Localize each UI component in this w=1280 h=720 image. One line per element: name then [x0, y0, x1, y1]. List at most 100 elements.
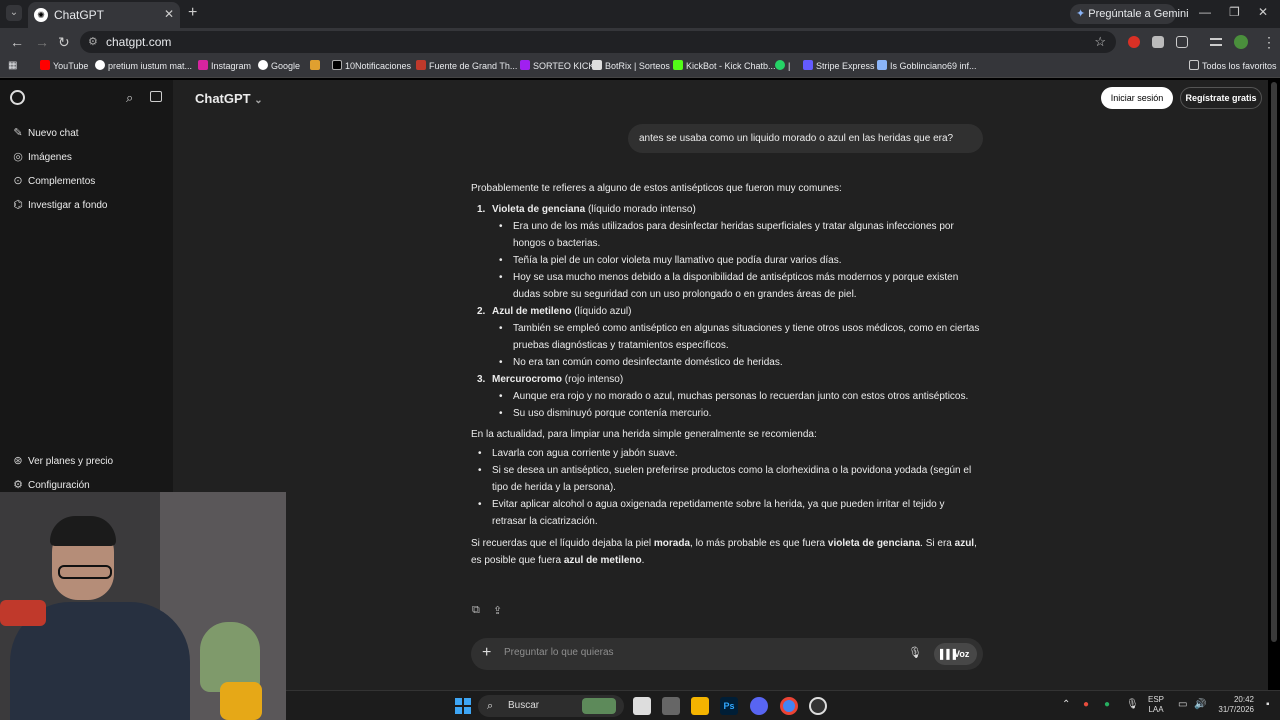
bookmark-kickbot[interactable]: KickBot - Kick Chatb... — [673, 60, 776, 71]
bookmark-star-icon[interactable]: ☆ — [1094, 34, 1106, 50]
site-info-icon[interactable]: ⚙ — [88, 35, 98, 48]
photoshop-icon[interactable]: Ps — [720, 697, 738, 715]
file-explorer-icon[interactable] — [691, 697, 709, 715]
taskbar-clock[interactable]: 20:42 31/7/2026 — [1208, 695, 1254, 715]
goblin-icon — [877, 60, 887, 70]
sidebar-item-complements[interactable]: ⊙ Complementos — [12, 174, 95, 187]
sidebar-item-new-chat[interactable]: ✎ Nuevo chat — [12, 126, 78, 139]
share-icon[interactable]: ⇪ — [493, 604, 502, 617]
microphone-icon[interactable]: 🎙 — [908, 646, 922, 659]
bookmark-grand-theft[interactable]: Fuente de Grand Th... — [416, 60, 517, 71]
all-bookmarks-folder[interactable]: Todos los favoritos — [1189, 60, 1277, 71]
closing-paragraph: Si recuerdas que el líquido dejaba la pi… — [471, 538, 977, 566]
option-name: Violeta de genciana — [492, 204, 586, 215]
bookmark-instagram[interactable]: Instagram — [198, 60, 251, 71]
sidebar-item-deep-research[interactable]: ⌬ Investigar a fondo — [12, 198, 107, 211]
window-close-icon[interactable]: ✕ — [1258, 5, 1268, 19]
bookmark-goblinciano[interactable]: Is Goblinciano69 inf... — [877, 60, 977, 71]
reload-icon[interactable]: ↻ — [58, 34, 70, 51]
language-indicator[interactable]: ESP LAA — [1148, 695, 1164, 715]
restore-icon[interactable]: ❐ — [1229, 5, 1240, 19]
bullet-item: Lavarla con agua corriente y jabón suave… — [478, 445, 981, 462]
minimize-icon[interactable]: — — [1199, 5, 1211, 19]
app-icon[interactable] — [662, 697, 680, 715]
profile-avatar-icon[interactable] — [1234, 35, 1248, 49]
chrome-icon[interactable] — [780, 697, 798, 715]
kickbot-icon — [673, 60, 683, 70]
tray-chevron-icon[interactable]: ⌃ — [1062, 699, 1070, 710]
option-number: 1. — [477, 204, 486, 215]
taskbar-search[interactable]: ⌕ Buscar — [478, 695, 624, 717]
youtube-icon — [40, 60, 50, 70]
option-item: 3. Mercurocromo (rojo intenso) — [471, 371, 981, 388]
tray-mic-icon[interactable]: 🎙 — [1126, 699, 1139, 710]
sidebar-item-settings[interactable]: ⚙ Configuración — [12, 478, 90, 491]
scrollbar[interactable] — [1271, 82, 1277, 642]
images-icon: ◎ — [13, 151, 23, 163]
prompt-input[interactable]: Preguntar lo que quieras — [504, 647, 614, 658]
network-icon[interactable]: ▭ — [1178, 699, 1187, 710]
bookmark-botrix[interactable]: BotRix | Sorteos — [592, 60, 670, 71]
whatsapp-icon — [775, 60, 785, 70]
botrix-icon — [592, 60, 602, 70]
option-number: 3. — [477, 374, 486, 385]
bookmark-whatsapp[interactable]: | — [775, 60, 790, 71]
attach-plus-icon[interactable]: + — [482, 644, 491, 662]
voice-button[interactable]: ▌▌▌ Voz — [934, 643, 977, 665]
register-button[interactable]: Regístrate gratis — [1180, 87, 1262, 109]
answer-intro: Probablemente te refieres a alguno de es… — [471, 183, 842, 194]
app-circle-icon[interactable] — [809, 697, 827, 715]
volume-icon[interactable]: 🔊 — [1194, 699, 1206, 710]
gemini-label: Pregúntale a Gemini — [1088, 8, 1189, 20]
tab-search-dropdown[interactable]: ⌄ — [6, 5, 22, 21]
omnibox[interactable]: ⚙ chatgpt.com ☆ — [80, 31, 1116, 53]
sorteo-icon — [520, 60, 530, 70]
reading-list-icon[interactable] — [1210, 38, 1222, 46]
user-message: antes se usaba como un liquido morado o … — [628, 124, 983, 153]
login-button[interactable]: Iniciar sesión — [1101, 87, 1173, 109]
bullet-item: Aunque era rojo y no morado o azul, much… — [499, 388, 981, 405]
notifications-icon[interactable]: ▪ — [1266, 699, 1270, 710]
bookmark-pinwheel[interactable] — [310, 60, 323, 71]
bookmark-youtube[interactable]: YouTube — [40, 60, 88, 71]
tab-close-icon[interactable]: ✕ — [164, 7, 174, 21]
browser-menu-icon[interactable]: ⋮ — [1262, 34, 1276, 51]
bookmark-stripe[interactable]: Stripe Express — [803, 60, 875, 71]
gemini-button[interactable]: ✦ Pregúntale a Gemini — [1070, 4, 1189, 24]
sidebar-item-images[interactable]: ◎ Imágenes — [12, 150, 72, 163]
openai-logo-icon[interactable] — [10, 90, 25, 105]
browser-tab[interactable]: ✺ ChatGPT ✕ — [28, 2, 180, 28]
tray-app-icon[interactable]: ● — [1083, 699, 1089, 710]
search-icon[interactable]: ⌕ — [126, 90, 133, 106]
model-selector[interactable]: ChatGPT ⌄ — [195, 91, 263, 106]
option-bullets: Era uno de los más utilizados para desin… — [471, 218, 981, 303]
option-item: 1. Violeta de genciana (líquido morado i… — [471, 201, 981, 218]
extension-red-icon[interactable] — [1128, 36, 1140, 48]
instagram-icon — [198, 60, 208, 70]
bookmark-google[interactable]: Google — [258, 60, 300, 71]
copy-icon[interactable]: ⧉ — [472, 604, 480, 617]
webcam-overlay — [0, 492, 286, 720]
toggle-sidebar-icon[interactable] — [150, 91, 162, 102]
today-intro: En la actualidad, para limpiar una herid… — [471, 429, 817, 440]
extension-card-icon[interactable] — [1152, 36, 1164, 48]
bookmark-notificaciones[interactable]: 10Notificaciones — [332, 60, 411, 71]
webcam-glasses — [58, 565, 112, 579]
folder-icon — [1189, 60, 1199, 70]
extensions-puzzle-icon[interactable] — [1176, 36, 1188, 48]
plans-icon: ⊛ — [13, 455, 23, 467]
bookmark-pretium[interactable]: pretium iustum mat... — [95, 60, 192, 71]
back-icon[interactable]: ← — [10, 34, 24, 50]
forward-icon[interactable]: → — [35, 34, 49, 50]
sidebar-item-plans[interactable]: ⊛ Ver planes y precio — [12, 454, 113, 467]
apps-grid-icon[interactable]: ▦ — [8, 60, 17, 71]
windows-start-icon[interactable] — [455, 698, 471, 714]
bookmark-sorteo-kick[interactable]: SORTEO KICK — [520, 60, 594, 71]
chatgpt-favicon-icon: ✺ — [34, 8, 48, 22]
new-tab-icon[interactable]: + — [188, 4, 197, 22]
tray-app-icon[interactable]: ● — [1104, 699, 1110, 710]
research-icon: ⌬ — [13, 199, 23, 211]
pinwheel-icon — [310, 60, 320, 70]
discord-icon[interactable] — [750, 697, 768, 715]
task-view-icon[interactable] — [633, 697, 651, 715]
